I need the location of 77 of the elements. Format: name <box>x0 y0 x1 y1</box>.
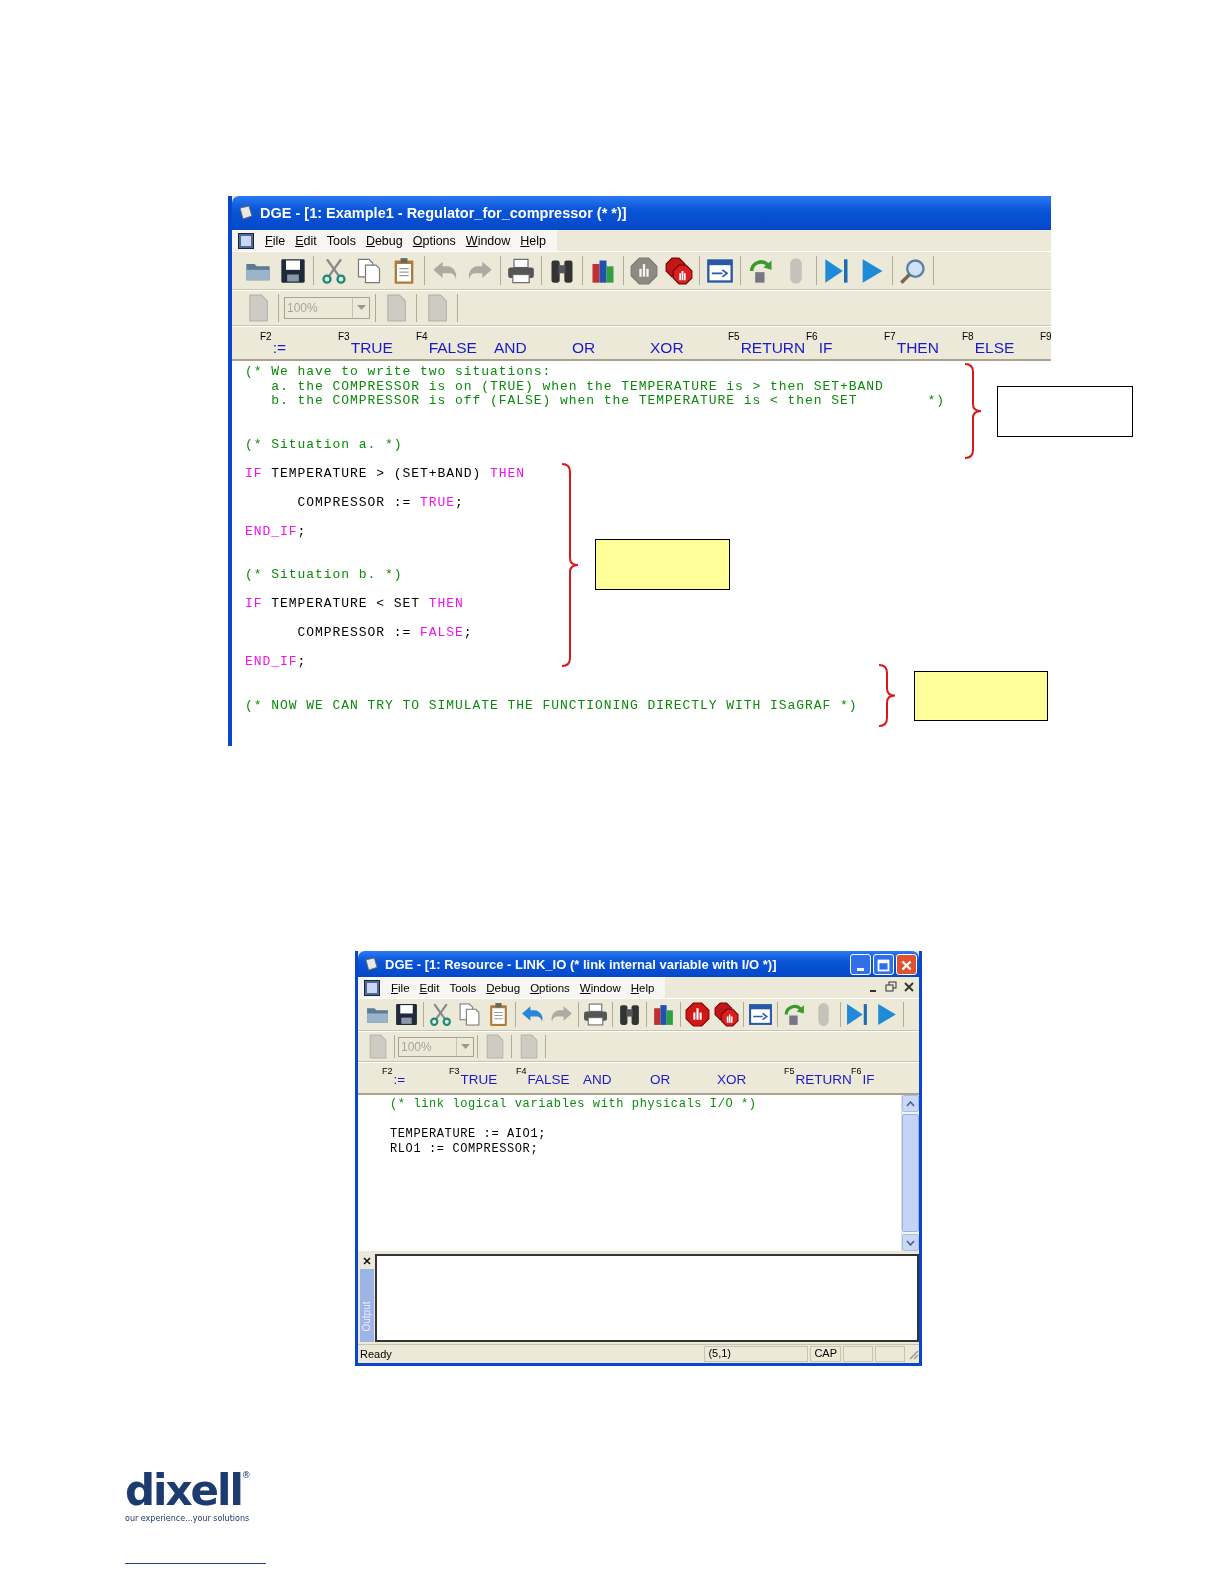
printer-icon[interactable] <box>582 1001 609 1028</box>
keyword-button[interactable]: AND <box>494 331 572 357</box>
code-line: (* We have to write two situations: <box>245 365 553 380</box>
menu-item[interactable]: Tools <box>444 981 482 994</box>
resize-grip-icon[interactable] <box>907 1348 919 1360</box>
document-icon <box>238 205 254 221</box>
app-icon <box>238 232 254 249</box>
scroll-down-icon <box>906 1239 915 1246</box>
code-line: (* link logical variables with physicals I/O *) <box>390 1097 758 1112</box>
close-icon[interactable] <box>903 981 915 993</box>
app-icon <box>364 979 380 996</box>
keyword-button[interactable]: F5 RETURN <box>728 331 806 357</box>
code-line: (* NOW WE CAN TRY TO SIMULATE THE FUNCTIONING DIRECTLY WITH ISaGRAF *) <box>245 698 859 713</box>
keyword-button[interactable]: AND <box>583 1065 650 1091</box>
keyword-button[interactable]: F3 TRUE <box>338 331 416 357</box>
code-line: a. the COMPRESSOR is on (TRUE) when the TEMPERATURE is > then SET+BAND <box>270 379 885 394</box>
window-title: DGE - [1: Resource - LINK_IO (* link internal variable with I/O *)] <box>385 956 777 972</box>
close-button[interactable] <box>896 953 917 975</box>
keyword-button[interactable]: F9 <box>1040 331 1051 357</box>
keyword-button[interactable]: XOR <box>717 1065 784 1091</box>
keyword-button[interactable]: OR <box>650 1065 717 1091</box>
scrollbar[interactable] <box>901 1095 919 1251</box>
restore-icon[interactable] <box>885 981 897 993</box>
menu-item[interactable]: File <box>386 981 415 994</box>
caps-indicator: CAP <box>810 1346 841 1362</box>
menu-item[interactable]: Debug <box>481 981 526 994</box>
keyword-button[interactable]: OR <box>572 331 650 357</box>
logo-wordmark: dixell <box>125 1470 242 1512</box>
dropdown-arrow-icon <box>460 1043 470 1050</box>
menu-item[interactable]: Help <box>625 981 660 994</box>
stop-hand-icon[interactable] <box>684 1001 711 1028</box>
code-line: IF TEMPERATURE > (SET+BAND) THEN <box>245 466 527 481</box>
maximize-button[interactable] <box>873 953 894 975</box>
keyword-button[interactable]: F6 IF <box>806 331 884 357</box>
logo-tagline: our experience...your solutions <box>125 1514 251 1523</box>
keyword-button[interactable]: XOR <box>650 331 728 357</box>
menu-item[interactable]: File <box>260 233 291 248</box>
code-line: COMPRESSOR := FALSE; <box>296 626 474 641</box>
menu-item[interactable]: Options <box>407 233 461 248</box>
menu-item[interactable]: Debug <box>360 233 408 248</box>
minimize-button[interactable] <box>850 953 871 975</box>
menu-item[interactable]: Edit <box>290 233 322 248</box>
code-line: b. the COMPRESSOR is off (FALSE) when the TEMPERATURE is < then SET *) <box>270 394 947 409</box>
code-line: RLO1 := COMPRESSOR; <box>390 1142 540 1157</box>
scissors-icon[interactable] <box>427 1001 454 1028</box>
keyword-button[interactable]: F8 ELSE <box>962 331 1040 357</box>
stop-hands-icon[interactable] <box>664 255 694 286</box>
code-line: COMPRESSOR := TRUE; <box>296 495 465 510</box>
window-title: DGE - [1: Example1 - Regulator_for_compressor (* *)] <box>260 205 627 221</box>
code-line: END_IF; <box>245 655 308 670</box>
code-line: (* Situation b. *) <box>245 568 404 583</box>
status-text: Ready <box>359 1348 393 1360</box>
menu-item[interactable]: Edit <box>414 981 445 994</box>
copy-icon[interactable] <box>456 1001 483 1028</box>
menu-item[interactable]: Window <box>460 233 516 248</box>
registered-mark: ® <box>241 1470 251 1480</box>
menu-item[interactable]: Options <box>525 981 575 994</box>
keyword-button[interactable]: F2 := <box>260 331 338 357</box>
code-line: (* Situation a. *) <box>245 437 404 452</box>
keyword-button[interactable]: F4 FALSE <box>416 331 494 357</box>
keyword-button[interactable]: F7 THEN <box>884 331 962 357</box>
stop-hands-icon[interactable] <box>713 1001 740 1028</box>
menu-item[interactable]: Help <box>515 233 552 248</box>
dropdown-arrow-icon <box>356 305 366 311</box>
code-line: IF TEMPERATURE < SET THEN <box>245 597 465 612</box>
scroll-up-icon <box>906 1100 915 1107</box>
window-icon[interactable] <box>747 1001 774 1028</box>
minimize-icon <box>857 967 864 971</box>
document-icon <box>364 956 379 972</box>
close-icon[interactable] <box>362 1257 371 1265</box>
menu-item[interactable]: Tools <box>321 233 361 248</box>
code-line: TEMPERATURE := AIO1; <box>390 1127 548 1142</box>
curly-brace <box>877 664 897 727</box>
floppy-disk-icon[interactable] <box>393 1001 420 1028</box>
code-line: END_IF; <box>245 524 308 539</box>
menu-item[interactable]: Window <box>574 981 626 994</box>
cursor-position: (5,1) <box>704 1346 809 1362</box>
